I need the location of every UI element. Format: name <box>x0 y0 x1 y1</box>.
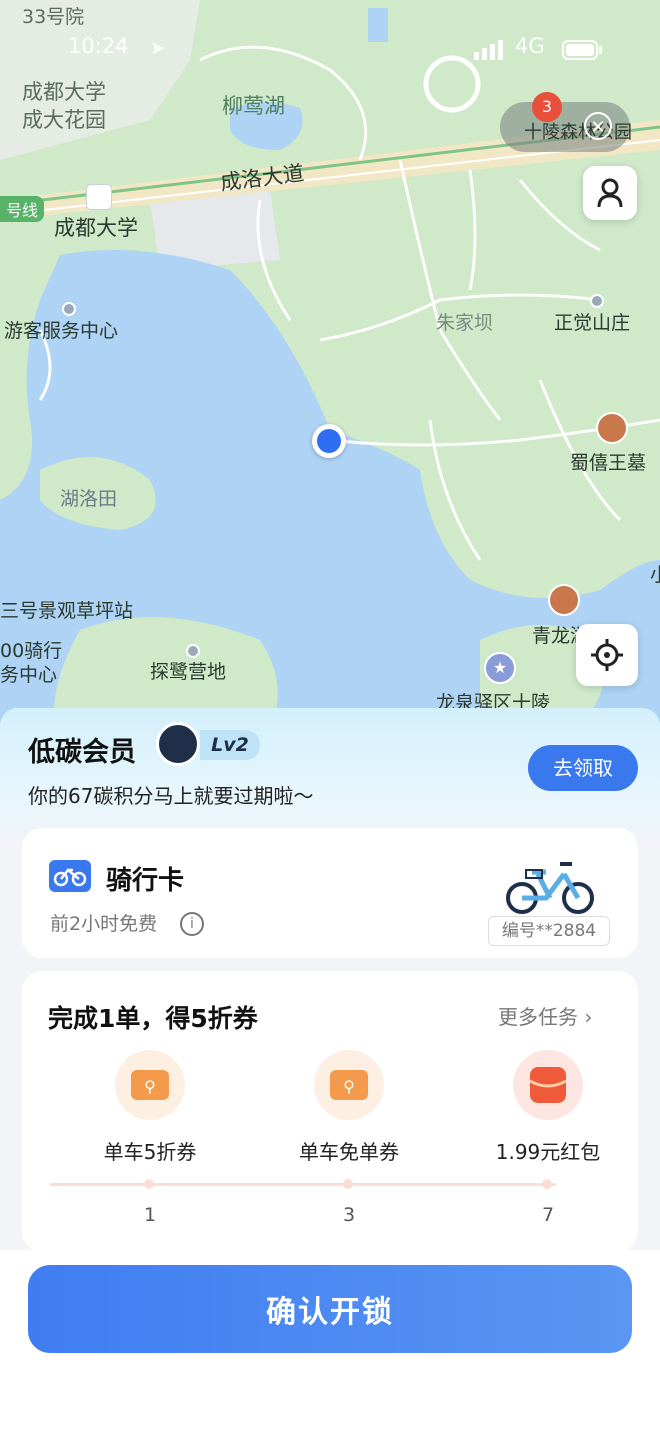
progress-dot <box>144 1179 154 1189</box>
bicycle-image <box>502 856 598 920</box>
map-label: 33号院 <box>22 6 85 28</box>
coupon-icon: ⚲ <box>314 1050 384 1120</box>
svg-text:⚲: ⚲ <box>343 1077 355 1096</box>
map-label: 小 <box>650 564 660 586</box>
map-label: 蜀僖王墓 <box>570 452 647 474</box>
claim-button[interactable]: 去领取 <box>528 745 638 791</box>
reward-name: 单车5折券 <box>103 1140 197 1164</box>
progress-dot <box>343 1179 353 1189</box>
crosshair-icon <box>591 639 623 671</box>
ride-card-title: 骑行卡 <box>106 866 185 896</box>
ride-card-desc: 前2小时免费 <box>50 913 158 935</box>
star-poi-icon: ★ <box>484 652 516 684</box>
reward-item[interactable]: ⚲ 单车免单券 <box>259 1050 439 1165</box>
subway-line-tag: 号线 <box>0 196 45 222</box>
bike-id: 编号**2884 <box>488 916 610 946</box>
task-title: 完成1单，得5折券 <box>48 1004 258 1033</box>
svg-text:⚲: ⚲ <box>144 1077 156 1096</box>
map-label: 游客服务中心 <box>4 320 119 342</box>
bike-icon <box>49 860 91 892</box>
progress-step-label: 7 <box>542 1204 555 1226</box>
more-tasks-label: 更多任务 <box>498 1005 578 1029</box>
locate-button[interactable] <box>576 624 638 686</box>
map-label: 成都大学 <box>54 216 138 240</box>
battery-icon <box>562 40 604 64</box>
tomb-poi-icon <box>596 412 628 444</box>
park-label-pill[interactable]: 十陵森林公园 ✕ <box>500 102 632 152</box>
mascot-icon <box>156 722 200 766</box>
ride-card[interactable]: 骑行卡 前2小时免费 i 编号**2884 <box>22 828 638 958</box>
reward-item[interactable]: ⚲ 单车5折券 <box>60 1050 240 1165</box>
status-time: 10:24 <box>68 34 129 58</box>
map-label: 探鹭营地 <box>150 661 227 683</box>
map-label: 柳莺湖 <box>222 94 285 118</box>
map-label: 朱家坝 <box>436 312 494 334</box>
progress-dot <box>542 1179 552 1189</box>
close-icon[interactable]: ✕ <box>584 112 612 140</box>
park-badge: 3 <box>532 92 562 122</box>
map-label: 正觉山庄 <box>554 312 631 334</box>
map-label: 三号景观草坪站 <box>0 600 134 622</box>
red-packet-icon <box>513 1050 583 1120</box>
map-label: 务中心 <box>0 664 58 686</box>
level-badge: Lv2 <box>200 730 260 760</box>
progress-step-label: 1 <box>144 1204 157 1226</box>
reward-item[interactable]: 1.99元红包 <box>458 1050 638 1165</box>
more-tasks-link[interactable]: 更多任务 › <box>498 1001 592 1030</box>
coupon-icon: ⚲ <box>115 1050 185 1120</box>
progress-step-label: 3 <box>343 1204 356 1226</box>
signal-icon <box>474 40 504 64</box>
poi-dot <box>62 302 76 316</box>
subway-icon <box>86 184 112 210</box>
map-label: 十陵森林公园 <box>524 122 632 143</box>
progress-track <box>50 1183 556 1186</box>
poi-dot <box>590 294 604 308</box>
lake-poi-icon <box>548 584 580 616</box>
user-icon <box>597 178 623 208</box>
map-label: 湖洛田 <box>60 488 118 510</box>
chevron-right-icon: › <box>578 1005 593 1029</box>
confirm-unlock-button[interactable]: 确认开锁 <box>28 1265 632 1353</box>
map-label: 成大花园 <box>22 108 106 132</box>
banner-subtitle: 你的67碳积分马上就要过期啦～ <box>28 784 314 808</box>
map-label: 成都大学 <box>22 80 106 104</box>
reward-name: 单车免单券 <box>299 1140 399 1164</box>
user-location-marker <box>312 424 346 458</box>
profile-button[interactable] <box>583 166 637 220</box>
reward-name: 1.99元红包 <box>495 1140 601 1164</box>
map-label: 00骑行 <box>0 640 63 662</box>
banner-title: 低碳会员 <box>28 737 136 768</box>
network-type: 4G <box>515 34 545 58</box>
poi-dot <box>186 644 200 658</box>
info-icon[interactable]: i <box>180 912 204 936</box>
location-arrow-icon: ➤ <box>150 38 166 59</box>
map-view[interactable]: 10:24 ➤ 4G 33号院 成都大学 成大花园 柳莺湖 成洛大道 号线 成都… <box>0 0 660 760</box>
